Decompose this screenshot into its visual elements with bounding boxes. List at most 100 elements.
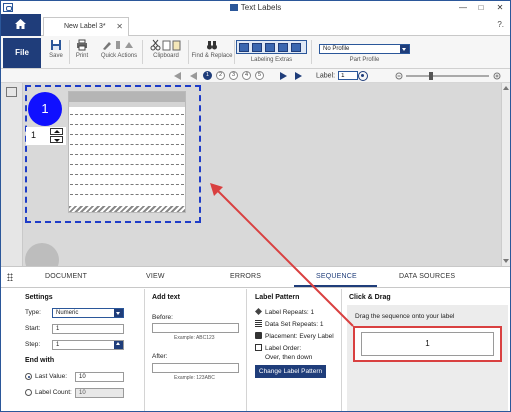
label-row	[70, 164, 184, 165]
tab-new-label-3[interactable]: New Label 3* ✕	[43, 17, 129, 36]
window-title-text: Text Labels	[240, 3, 282, 12]
tab-view[interactable]: VIEW	[146, 273, 165, 280]
home-button[interactable]	[1, 14, 41, 36]
zoom-slider-track[interactable]	[406, 75, 489, 77]
sequence-badge[interactable]: 1	[28, 92, 62, 126]
step-stepper[interactable]: 1	[52, 340, 124, 350]
go-to-label-icon[interactable]	[358, 71, 368, 81]
chevron-down-icon	[114, 309, 123, 317]
binoculars-icon	[207, 41, 217, 50]
drag-hint: Drag the sequence onto your label	[355, 313, 455, 320]
profile-select[interactable]: No Profile	[319, 44, 410, 54]
column-divider	[144, 289, 145, 411]
last-page-icon[interactable]	[295, 72, 302, 80]
page-dot-3[interactable]: 3	[229, 71, 238, 80]
label-count-label: Label Count:	[35, 389, 72, 396]
before-input[interactable]	[152, 323, 239, 333]
save-button[interactable]: Save	[47, 39, 65, 67]
ribbon-divider	[234, 40, 235, 64]
data-set-repeats-item: Data Set Repeats: 1	[255, 320, 324, 328]
label-preview[interactable]	[68, 91, 186, 213]
find-replace-button[interactable]: Find & Replace	[191, 39, 233, 67]
label-pattern-heading: Label Pattern	[255, 294, 300, 301]
step-value: 1	[56, 342, 60, 348]
scroll-up-icon[interactable]	[503, 86, 509, 90]
clipboard-icon	[150, 39, 181, 51]
first-page-icon[interactable]	[174, 72, 181, 80]
maximize-button[interactable]: □	[475, 2, 487, 13]
label-subheader-band	[69, 102, 185, 107]
draggable-sequence[interactable]: 1	[361, 332, 494, 356]
diamond-icon	[255, 308, 262, 315]
zoom-in-icon[interactable]	[493, 72, 502, 81]
labeling-extra-icon-5[interactable]	[291, 43, 301, 52]
drag-source-highlight: 1	[353, 326, 502, 362]
ribbon-divider	[311, 40, 312, 64]
increment-button[interactable]	[50, 128, 63, 135]
zoom-out-icon[interactable]	[395, 72, 404, 81]
step-spin-icon[interactable]	[114, 341, 123, 349]
label-count-radio[interactable]	[25, 389, 32, 396]
placement-icon	[255, 332, 262, 339]
label-row	[70, 194, 184, 195]
type-label: Type:	[25, 309, 41, 316]
label-app-icon	[229, 4, 238, 11]
labeling-extra-icon-2[interactable]	[252, 43, 262, 52]
page-dot-4[interactable]: 4	[242, 71, 251, 80]
spinner-value: 1	[31, 130, 37, 140]
last-value-radio[interactable]	[25, 373, 32, 380]
panel-grip-icon[interactable]	[7, 273, 13, 281]
home-icon	[15, 19, 26, 29]
type-select[interactable]: Numeric	[52, 308, 124, 318]
label-order-icon	[255, 344, 262, 351]
label-row	[70, 174, 184, 175]
start-input[interactable]: 1	[52, 324, 124, 334]
previous-page-icon[interactable]	[190, 72, 197, 80]
minimize-button[interactable]: —	[457, 2, 469, 13]
page-dot-1[interactable]: 1	[203, 71, 212, 80]
last-value-label: Last Value:	[35, 373, 68, 380]
tab-errors[interactable]: ERRORS	[230, 273, 261, 280]
zoom-slider-thumb[interactable]	[429, 72, 433, 80]
clipboard-group[interactable]: Clipboard	[146, 39, 186, 67]
last-value-input[interactable]: 10	[75, 372, 124, 382]
decrement-button[interactable]	[50, 136, 63, 143]
file-button[interactable]: File	[3, 38, 41, 68]
before-label: Before:	[152, 314, 173, 321]
label-picker-icon[interactable]	[6, 87, 17, 97]
quick-actions-group[interactable]: Quick Actions	[97, 39, 141, 67]
labeling-extra-icon-1[interactable]	[239, 43, 249, 52]
start-label: Start:	[25, 325, 41, 332]
label-count-input[interactable]: 10	[75, 388, 124, 398]
part-profile-caption: Part Profile	[349, 57, 380, 63]
canvas-side-strip	[1, 83, 23, 266]
change-label-pattern-button[interactable]: Change Label Pattern	[255, 365, 326, 378]
label-row	[70, 134, 184, 135]
labeling-extras-caption: Labeling Extras	[250, 57, 293, 63]
label-row	[70, 184, 184, 185]
tab-sequence[interactable]: SEQUENCE	[316, 273, 357, 280]
label-canvas[interactable]: 1 1	[1, 83, 510, 266]
label-number-input[interactable]	[338, 71, 359, 80]
next-page-icon[interactable]	[280, 72, 287, 80]
vertical-scrollbar[interactable]	[501, 83, 510, 266]
close-window-button[interactable]: ✕	[494, 2, 506, 13]
data-set-icon	[255, 320, 262, 327]
scroll-down-icon[interactable]	[503, 259, 509, 263]
labeling-extra-icon-3[interactable]	[265, 43, 275, 52]
close-tab-icon[interactable]: ✕	[116, 18, 123, 36]
after-input[interactable]	[152, 363, 239, 373]
help-button[interactable]: ?.	[497, 20, 504, 29]
print-button[interactable]: Print	[73, 39, 91, 67]
label-repeats-item: Label Repeats: 1	[255, 308, 314, 316]
print-label: Print	[75, 53, 89, 59]
page-dot-2[interactable]: 2	[216, 71, 225, 80]
label-order-text: Label Order:	[265, 345, 302, 352]
page-dot-5[interactable]: 5	[255, 71, 264, 80]
tab-document[interactable]: DOCUMENT	[45, 273, 87, 280]
tab-data-sources[interactable]: DATA SOURCES	[399, 273, 455, 280]
label-repeats-text: Label Repeats: 1	[265, 309, 315, 316]
settings-heading: Settings	[25, 294, 53, 301]
labeling-extra-icon-4[interactable]	[278, 43, 288, 52]
label-row	[70, 144, 184, 145]
